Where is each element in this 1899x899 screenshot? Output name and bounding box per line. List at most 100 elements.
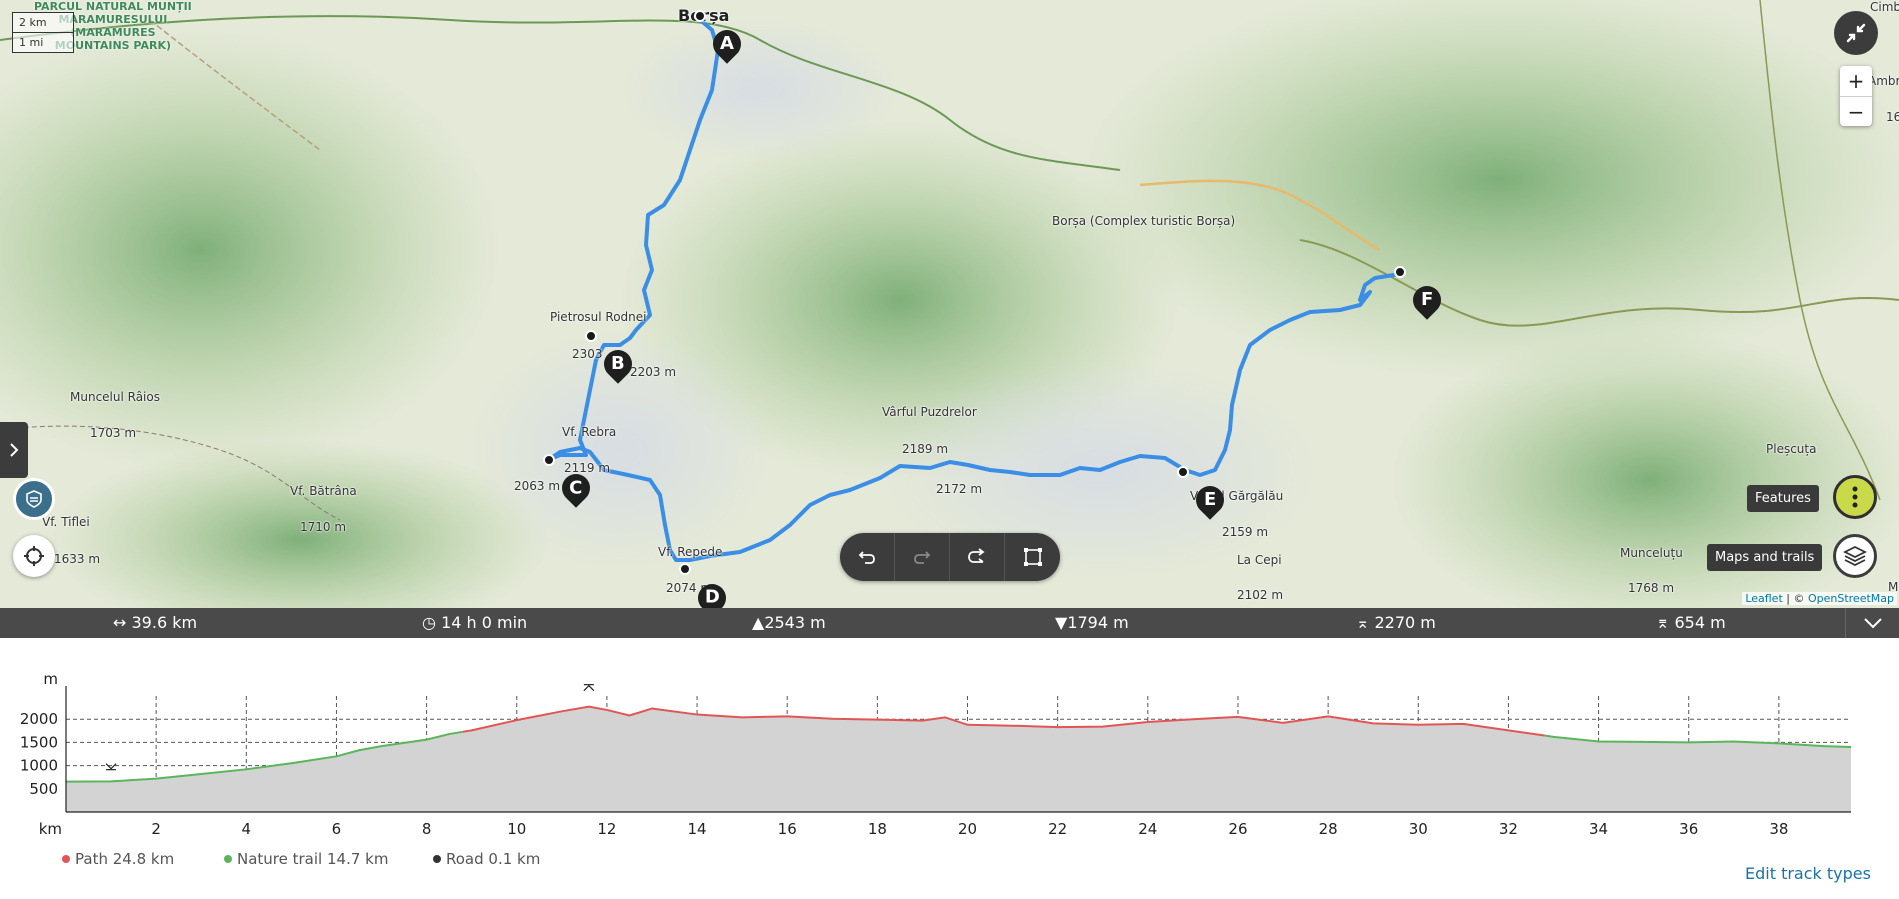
place-vf-rebra-alt: 2119 m <box>564 461 611 475</box>
features-button[interactable] <box>1833 475 1877 519</box>
stat-descent-value: 1794 m <box>1067 613 1129 632</box>
place-la-cepi: La Cepi <box>1237 553 1282 567</box>
y-tick-label: 2000 <box>20 710 58 728</box>
undo-button[interactable] <box>841 533 895 581</box>
x-tick-label: 18 <box>868 820 887 838</box>
layers-icon <box>1843 545 1867 567</box>
legend-road: Road 0.1 km <box>433 850 540 868</box>
sidebar-toggle-button[interactable] <box>0 422 28 478</box>
waypoint-dot[interactable] <box>1177 466 1189 478</box>
x-tick-label: 2 <box>151 820 161 838</box>
stat-max-altitude-value: 2270 m <box>1374 613 1436 632</box>
place-puzdrelor-alt: 2189 m <box>902 442 949 456</box>
features-tooltip: Features <box>1747 485 1819 512</box>
stat-duration-value: 14 h 0 min <box>441 613 528 632</box>
stat-ascent-value: 2543 m <box>764 613 826 632</box>
x-tick-label: 6 <box>332 820 342 838</box>
y-axis-label: m <box>43 670 58 688</box>
locate-button[interactable] <box>13 535 55 577</box>
chevron-down-icon <box>1863 618 1882 629</box>
y-tick-label: 1500 <box>20 733 58 751</box>
x-tick-label: 26 <box>1228 820 1247 838</box>
return-icon <box>968 548 985 563</box>
place-munceluțu: Munceluțu <box>1620 546 1683 560</box>
route-type-button[interactable] <box>13 478 55 520</box>
select-rect-icon <box>1023 548 1042 566</box>
return-route-button[interactable] <box>951 533 1005 581</box>
zoom-in-button[interactable]: + <box>1840 66 1872 96</box>
leaflet-link[interactable]: Leaflet <box>1745 592 1782 605</box>
place-pietrosul-alt: 2303 <box>572 347 603 361</box>
stat-distance: ↔ 39.6 km <box>113 613 197 632</box>
place-puzdrelor: Vârful Puzdrelor <box>882 405 977 419</box>
maps-trails-button[interactable] <box>1833 534 1877 578</box>
place-la-cepi-alt: 2102 m <box>1237 588 1284 602</box>
x-tick-label: 24 <box>1138 820 1157 838</box>
legend-path: Path 24.8 km <box>62 850 174 868</box>
y-tick-label: 500 <box>29 780 58 798</box>
waypoint-dot[interactable] <box>585 330 597 342</box>
x-tick-label: 8 <box>422 820 432 838</box>
osm-link[interactable]: OpenStreetMap <box>1808 592 1894 605</box>
select-area-button[interactable] <box>1006 533 1060 581</box>
x-tick-label: 28 <box>1319 820 1338 838</box>
min-altitude-icon: ⌆ <box>1656 613 1670 632</box>
place-muncelul-alt: 1703 m <box>90 426 137 440</box>
collapse-stats-button[interactable] <box>1845 608 1899 638</box>
place-munceluțu-alt: 1768 m <box>1628 581 1675 595</box>
stat-ascent: ▲2543 m <box>752 613 826 632</box>
x-tick-label: 20 <box>958 820 977 838</box>
x-tick-label: 38 <box>1769 820 1788 838</box>
map-view[interactable]: PARCUL NATURAL MUNȚII MARAMUREȘULUI (MAR… <box>0 0 1899 608</box>
x-axis-label: km <box>39 820 62 838</box>
x-tick-label: 32 <box>1499 820 1518 838</box>
legend-nature-trail: Nature trail 14.7 km <box>224 850 388 868</box>
x-tick-label: 22 <box>1048 820 1067 838</box>
collapse-map-button[interactable] <box>1834 11 1878 55</box>
y-tick-label: 1000 <box>20 757 58 775</box>
map-attribution: Leaflet | © OpenStreetMap <box>1742 592 1897 605</box>
place-edge-ambros: Ambros <box>1868 74 1899 88</box>
nature-color-swatch <box>224 855 232 863</box>
path-color-swatch <box>62 855 70 863</box>
place-edge-cimbr: Cimbro <box>1870 0 1899 14</box>
place-gargalau-alt: 2159 m <box>1222 525 1269 539</box>
descent-icon: ▼ <box>1055 613 1068 632</box>
zoom-out-button[interactable]: − <box>1840 96 1872 126</box>
place-borsa-complex: Borșa (Complex turistic Borșa) <box>1052 214 1236 228</box>
edit-track-types-link[interactable]: Edit track types <box>1745 864 1871 883</box>
edit-toolbar <box>840 533 1060 581</box>
x-tick-label: 10 <box>507 820 526 838</box>
place-vf-tiflei-alt: 1633 m <box>54 552 101 566</box>
road-color-swatch <box>433 855 441 863</box>
chevron-right-icon <box>10 443 19 457</box>
x-tick-label: 30 <box>1409 820 1428 838</box>
stat-duration: ◷ 14 h 0 min <box>422 613 527 632</box>
place-2063: 2063 m <box>514 479 561 493</box>
place-vf-tiflei: Vf. Tiflei <box>42 515 90 529</box>
maps-trails-tooltip: Maps and trails <box>1707 544 1823 571</box>
clock-icon: ◷ <box>422 613 436 632</box>
undo-icon <box>858 551 875 564</box>
attribution-separator: | © <box>1782 592 1808 605</box>
waypoint-dot[interactable] <box>1394 266 1406 278</box>
waypoint-dot[interactable] <box>694 10 706 22</box>
place-2172: 2172 m <box>936 482 983 496</box>
legend-nature-label: Nature trail 14.7 km <box>237 850 389 868</box>
x-tick-label: 36 <box>1679 820 1698 838</box>
legend-road-label: Road 0.1 km <box>446 850 541 868</box>
stat-descent: ▼1794 m <box>1055 613 1129 632</box>
place-plescuta: Pleșcuța <box>1766 442 1817 456</box>
x-tick-label: 4 <box>242 820 252 838</box>
redo-button[interactable] <box>896 533 950 581</box>
waypoint-dot[interactable] <box>679 563 691 575</box>
ascent-icon: ▲ <box>752 613 765 632</box>
max-altitude-marker <box>583 684 595 692</box>
shrink-icon <box>1846 23 1866 43</box>
crosshair-icon <box>24 546 44 566</box>
place-vf-rebra: Vf. Rebra <box>562 425 617 439</box>
terrain-layer <box>0 0 1899 608</box>
place-2203: 2203 m <box>630 365 677 379</box>
waypoint-dot[interactable] <box>543 454 555 466</box>
x-tick-label: 16 <box>778 820 797 838</box>
